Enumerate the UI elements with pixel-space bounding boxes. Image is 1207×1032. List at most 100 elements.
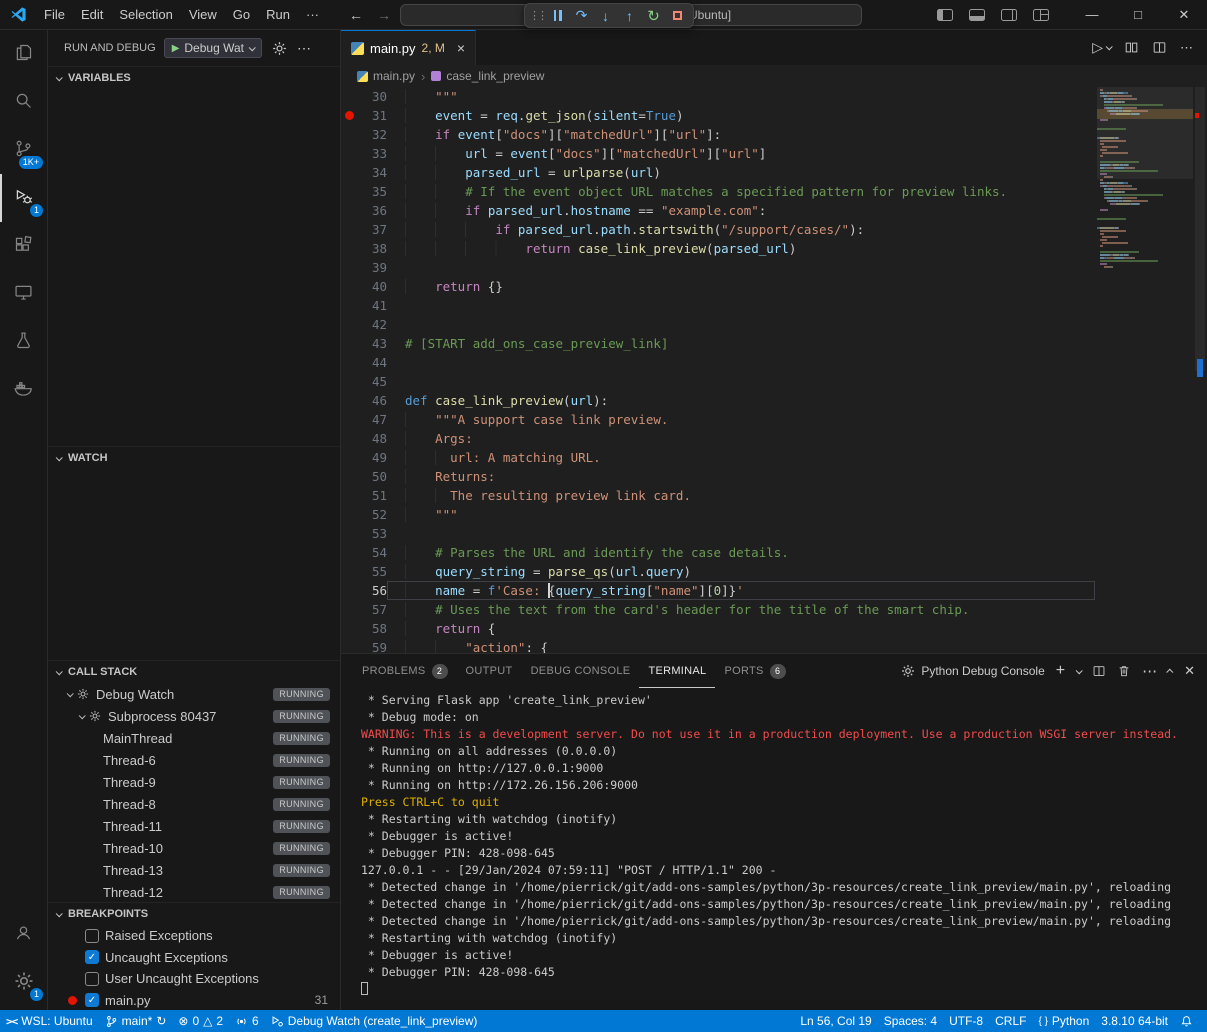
code-line[interactable]: 41 (341, 296, 1097, 315)
forwarded-ports-status[interactable]: 6 (229, 1010, 265, 1032)
breakpoint-checkbox[interactable]: ✓ (85, 950, 99, 964)
gutter-glyph-margin[interactable] (341, 201, 357, 220)
menu-item-go[interactable]: Go (225, 4, 258, 26)
panel-tab-debug-console[interactable]: DEBUG CONSOLE (522, 654, 640, 688)
call-stack-row[interactable]: Thread-11RUNNING (48, 815, 340, 837)
minimap[interactable] (1097, 89, 1193, 269)
code-line[interactable]: 38 return case_link_preview(parsed_url) (341, 239, 1097, 258)
variables-body[interactable] (48, 89, 340, 446)
step-over-icon[interactable]: ↷ (571, 5, 592, 26)
breakpoints-section-header[interactable]: BREAKPOINTS (48, 903, 340, 925)
activitybar-item-docker[interactable] (0, 366, 47, 414)
breakpoint-icon[interactable] (345, 111, 354, 120)
panel-tab-terminal[interactable]: TERMINAL (639, 654, 715, 688)
gutter-glyph-margin[interactable] (341, 543, 357, 562)
toggle-secondary-sidebar-icon[interactable] (1001, 9, 1017, 21)
open-launch-json-gear-icon[interactable] (272, 41, 287, 56)
gutter-glyph-margin[interactable] (341, 391, 357, 410)
breakpoint-checkbox[interactable] (85, 972, 99, 986)
code-line[interactable]: 48 Args: (341, 429, 1097, 448)
code-line[interactable]: 52 """ (341, 505, 1097, 524)
code-line[interactable]: 34 parsed_url = urlparse(url) (341, 163, 1097, 182)
code-line[interactable]: 45 (341, 372, 1097, 391)
cursor-position-status[interactable]: Ln 56, Col 19 (794, 1010, 877, 1032)
code-line[interactable]: 55 query_string = parse_qs(url.query) (341, 562, 1097, 581)
code-line[interactable]: 32 if event["docs"]["matchedUrl"]["url"]… (341, 125, 1097, 144)
menu-item-view[interactable]: View (181, 4, 225, 26)
code-line[interactable]: 39 (341, 258, 1097, 277)
activitybar-item-explorer[interactable] (0, 30, 47, 78)
active-terminal-item[interactable]: Python Debug Console (901, 664, 1044, 678)
kill-terminal-trash-icon[interactable] (1117, 664, 1131, 678)
gutter-glyph-margin[interactable] (341, 163, 357, 182)
code-line[interactable]: 57 # Uses the text from the card's heade… (341, 600, 1097, 619)
call-stack-row[interactable]: Thread-10RUNNING (48, 837, 340, 859)
close-panel-icon[interactable]: ✕ (1184, 663, 1195, 679)
gutter-glyph-margin[interactable] (341, 353, 357, 372)
gutter-glyph-margin[interactable] (341, 144, 357, 163)
restart-icon[interactable]: ↻ (643, 5, 664, 26)
new-terminal-icon[interactable]: + (1056, 662, 1065, 680)
gutter-glyph-margin[interactable] (341, 315, 357, 334)
breakpoint-row[interactable]: User Uncaught Exceptions (48, 968, 340, 990)
code-line[interactable]: 43# [START add_ons_case_preview_link] (341, 334, 1097, 353)
call-stack-row[interactable]: Subprocess 80437RUNNING (48, 705, 340, 727)
panel-tab-output[interactable]: OUTPUT (457, 654, 522, 688)
sidebar-more-actions-icon[interactable]: ⋯ (297, 40, 311, 57)
gutter-glyph-margin[interactable] (341, 334, 357, 353)
gutter-glyph-margin[interactable] (341, 429, 357, 448)
activitybar-item-extensions[interactable] (0, 222, 47, 270)
scrollbar[interactable] (1193, 87, 1207, 653)
remote-indicator[interactable]: >< WSL: Ubuntu (0, 1010, 99, 1032)
code-line[interactable]: 30 """ (341, 87, 1097, 106)
split-editor-icon[interactable] (1152, 40, 1167, 55)
back-icon[interactable]: ← (349, 7, 363, 23)
code-line[interactable]: 59 "action": { (341, 638, 1097, 653)
maximize-panel-icon[interactable] (1168, 669, 1173, 674)
gutter-glyph-margin[interactable] (341, 581, 357, 600)
minimize-button[interactable]: — (1069, 0, 1115, 30)
code-line[interactable]: 50 Returns: (341, 467, 1097, 486)
pause-icon[interactable] (547, 5, 568, 26)
call-stack-row[interactable]: Debug WatchRUNNING (48, 683, 340, 705)
menu-item-run[interactable]: Run (258, 4, 298, 26)
activitybar-item-run-and-debug[interactable]: 1 (0, 174, 47, 222)
close-button[interactable]: ✕ (1161, 0, 1207, 30)
breakpoint-row[interactable]: ✓Uncaught Exceptions (48, 947, 340, 969)
code-line[interactable]: 51 The resulting preview link card. (341, 486, 1097, 505)
encoding-status[interactable]: UTF-8 (943, 1010, 989, 1032)
open-changes-icon[interactable] (1124, 40, 1139, 55)
call-stack-row[interactable]: Thread-13RUNNING (48, 859, 340, 881)
step-into-icon[interactable]: ↓ (595, 5, 616, 26)
code-line[interactable]: 40 return {} (341, 277, 1097, 296)
activitybar-item-accounts[interactable] (0, 910, 47, 958)
code-editor[interactable]: 30 """31 event = req.get_json(silent=Tru… (341, 87, 1207, 653)
breakpoint-row[interactable]: ✓main.py31 (48, 990, 340, 1011)
menu-item-edit[interactable]: Edit (73, 4, 111, 26)
code-line[interactable]: 31 event = req.get_json(silent=True) (341, 106, 1097, 125)
call-stack-row[interactable]: Thread-12RUNNING (48, 881, 340, 902)
code-line[interactable]: 54 # Parses the URL and identify the cas… (341, 543, 1097, 562)
run-python-file-button[interactable]: ▷ (1092, 39, 1111, 56)
stop-icon[interactable] (667, 5, 688, 26)
gutter-glyph-margin[interactable] (341, 619, 357, 638)
menu-item-more[interactable]: ··· (298, 4, 327, 26)
forward-icon[interactable]: → (377, 7, 391, 23)
gutter-glyph-margin[interactable] (341, 467, 357, 486)
watch-section-header[interactable]: WATCH (48, 447, 340, 469)
gutter-glyph-margin[interactable] (341, 410, 357, 429)
breakpoint-checkbox[interactable] (85, 929, 99, 943)
call-stack-row[interactable]: Thread-9RUNNING (48, 771, 340, 793)
gutter-glyph-margin[interactable] (341, 448, 357, 467)
gutter-glyph-margin[interactable] (341, 239, 357, 258)
call-stack-row[interactable]: Thread-6RUNNING (48, 749, 340, 771)
code-line[interactable]: 58 return { (341, 619, 1097, 638)
gutter-glyph-margin[interactable] (341, 277, 357, 296)
panel-tab-ports[interactable]: PORTS6 (715, 654, 794, 688)
gutter-glyph-margin[interactable] (341, 258, 357, 277)
menu-item-selection[interactable]: Selection (111, 4, 180, 26)
code-line[interactable]: 35 # If the event object URL matches a s… (341, 182, 1097, 201)
call-stack-row[interactable]: MainThreadRUNNING (48, 727, 340, 749)
split-terminal-icon[interactable] (1092, 664, 1106, 678)
activitybar-item-remote-explorer[interactable] (0, 270, 47, 318)
